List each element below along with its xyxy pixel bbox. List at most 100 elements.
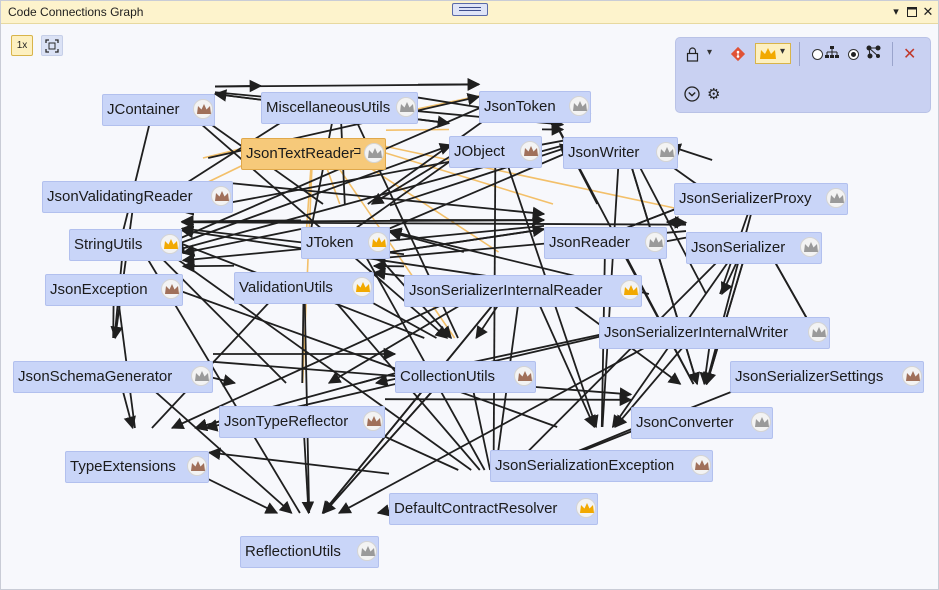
graph-node-typeextensions[interactable]: TypeExtensions <box>65 451 209 483</box>
toolbar-divider <box>892 42 893 66</box>
gold-crown-icon <box>352 277 372 297</box>
zoom-1x-button[interactable]: 1x <box>11 35 33 56</box>
close-window-icon[interactable]: ✕ <box>921 5 935 19</box>
pin-icon[interactable]: ⊐ <box>353 137 361 167</box>
gold-crown-icon <box>368 232 388 252</box>
graph-node-jsonreader[interactable]: JsonReader <box>544 227 667 259</box>
node-label: JsonWriter <box>568 144 640 161</box>
silver-crown-icon <box>569 96 589 116</box>
bronze-crown-icon <box>363 411 383 431</box>
graph-node-miscellaneousutils[interactable]: MiscellaneousUtils <box>261 92 418 124</box>
edge-jsontypereflector-jsonconverter <box>384 393 633 407</box>
node-label: JsonSerializerInternalWriter <box>604 324 788 341</box>
lock-dropdown-icon[interactable]: ▾ <box>707 47 712 58</box>
lock-icon[interactable] <box>686 47 699 67</box>
git-icon[interactable] <box>730 46 746 67</box>
dropdown-arrow-icon[interactable]: ▾ <box>889 5 903 19</box>
edge-validationutils-jsonexception <box>181 259 235 273</box>
graph-node-jobject[interactable]: JObject <box>449 136 542 168</box>
silver-crown-icon <box>357 541 377 561</box>
crown-dropdown-icon: ▾ <box>780 46 786 57</box>
node-label: JObject <box>454 143 505 160</box>
graph-node-jsonserializerinternalwriter[interactable]: JsonSerializerInternalWriter <box>599 317 830 349</box>
node-label: StringUtils <box>74 236 143 253</box>
graph-node-validationutils[interactable]: ValidationUtils <box>234 272 374 304</box>
silver-crown-icon <box>396 97 416 117</box>
node-label: JToken <box>306 234 354 251</box>
silver-crown-icon <box>364 143 384 163</box>
silver-crown-icon <box>751 412 771 432</box>
graph-node-jsonvalidatingreader[interactable]: JsonValidatingReader <box>42 181 233 213</box>
settings-gear-icon[interactable]: ⚙ <box>707 85 720 103</box>
graph-node-jtoken[interactable]: JToken <box>301 227 390 259</box>
silver-crown-icon <box>808 322 828 342</box>
graph-node-jsonconverter[interactable]: JsonConverter <box>631 407 773 439</box>
hierarchy-layout-icon <box>825 45 839 64</box>
node-label: TypeExtensions <box>70 458 176 475</box>
silver-crown-icon <box>826 188 846 208</box>
gold-crown-icon <box>620 280 640 300</box>
node-label: JsonException <box>50 281 148 298</box>
gold-crown-icon <box>576 498 596 518</box>
silver-crown-icon <box>645 232 665 252</box>
graph-node-stringutils[interactable]: StringUtils <box>69 229 182 261</box>
graph-node-jcontainer[interactable]: JContainer <box>102 94 215 126</box>
bronze-crown-icon <box>187 456 207 476</box>
graph-node-jsontextreader[interactable]: JsonTextReader ⊐ <box>241 138 386 170</box>
node-label: MiscellaneousUtils <box>266 99 391 116</box>
node-label: JsonSerializer <box>691 239 786 256</box>
bronze-crown-icon <box>691 455 711 475</box>
edge-defaultcontractresolver-jobject <box>489 143 502 471</box>
node-label: CollectionUtils <box>400 368 496 385</box>
expand-options-icon[interactable] <box>684 86 700 107</box>
node-label: JsonTextReader <box>246 145 355 162</box>
bronze-crown-icon <box>514 366 534 386</box>
bronze-crown-icon <box>161 279 181 299</box>
bronze-crown-icon <box>193 99 213 119</box>
node-label: JsonValidatingReader <box>47 188 193 205</box>
toolbar-divider <box>799 42 800 66</box>
silver-crown-icon <box>191 366 211 386</box>
graph-node-defaultcontractresolver[interactable]: DefaultContractResolver <box>389 493 598 525</box>
node-label: JsonSerializationException <box>495 457 675 474</box>
layout-radio-tree[interactable] <box>812 49 823 60</box>
graph-node-jsonserializerinternalreader[interactable]: JsonSerializerInternalReader <box>404 275 642 307</box>
maximize-icon[interactable] <box>905 5 919 19</box>
node-label: ReflectionUtils <box>245 543 341 560</box>
fit-to-view-button[interactable] <box>41 35 63 56</box>
graph-node-reflectionutils[interactable]: ReflectionUtils <box>240 536 379 568</box>
graph-node-jsontypereflector[interactable]: JsonTypeReflector <box>219 406 385 438</box>
graph-node-jsonserializationexception[interactable]: JsonSerializationException <box>490 450 713 482</box>
layout-radio-force[interactable] <box>848 49 859 60</box>
graph-node-jsonexception[interactable]: JsonException <box>45 274 183 306</box>
fit-to-view-icon <box>45 39 59 53</box>
node-label: JsonSerializerInternalReader <box>409 282 603 299</box>
node-label: JsonSerializerProxy <box>679 190 812 207</box>
node-label: ValidationUtils <box>239 279 333 296</box>
crown-filter-button[interactable]: ▾ <box>755 43 791 64</box>
node-label: JsonTypeReflector <box>224 413 349 430</box>
edge-jsonserializerproxy-jsonconverter <box>703 191 758 386</box>
graph-node-jsonserializerproxy[interactable]: JsonSerializerProxy <box>674 183 848 215</box>
gold-crown-icon <box>760 48 776 59</box>
graph-node-collectionutils[interactable]: CollectionUtils <box>395 361 536 393</box>
graph-node-jsonschemagenerator[interactable]: JsonSchemaGenerator <box>13 361 213 393</box>
node-label: DefaultContractResolver <box>394 500 558 517</box>
code-connections-window: Code Connections Graph ▾ ✕ JContainer Mis… <box>0 0 939 590</box>
graph-node-jsonwriter[interactable]: JsonWriter <box>563 137 678 169</box>
edge-jsonserializer-stringutils <box>180 216 687 229</box>
gold-crown-icon <box>160 234 180 254</box>
bronze-crown-icon <box>902 366 922 386</box>
force-layout-icon <box>866 45 882 64</box>
node-label: JsonToken <box>484 98 556 115</box>
graph-node-jsonserializersettings[interactable]: JsonSerializerSettings <box>730 361 924 393</box>
close-panel-icon[interactable]: ✕ <box>903 44 916 64</box>
graph-node-jsontoken[interactable]: JsonToken <box>479 91 591 123</box>
node-label: JsonSerializerSettings <box>735 368 884 385</box>
node-label: JsonSchemaGenerator <box>18 368 173 385</box>
node-label: JsonConverter <box>636 414 734 431</box>
drag-grip-handle[interactable] <box>452 3 488 16</box>
node-label: JsonReader <box>549 234 630 251</box>
graph-node-jsonserializer[interactable]: JsonSerializer <box>686 232 822 264</box>
bronze-crown-icon <box>211 186 231 206</box>
